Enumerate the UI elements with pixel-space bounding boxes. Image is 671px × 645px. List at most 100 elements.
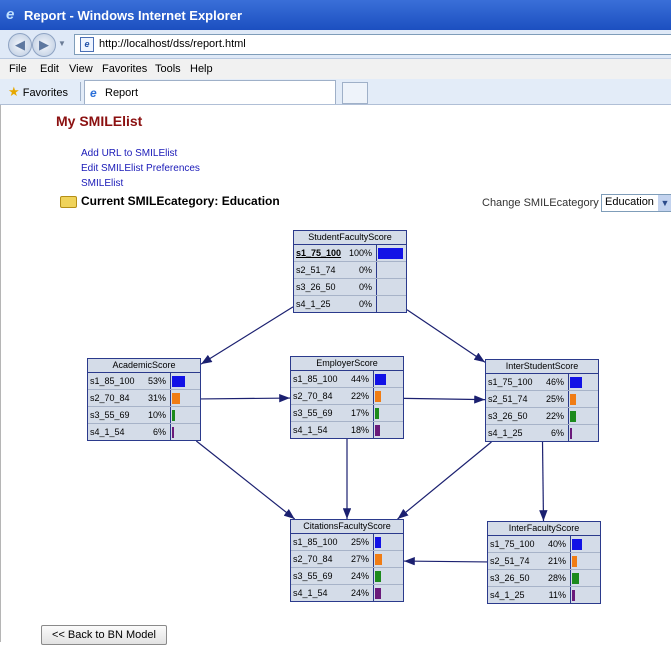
row-divider: [373, 568, 374, 584]
probability-bar: [172, 410, 175, 421]
menu-tools[interactable]: Tools: [155, 63, 181, 75]
node-title: InterFacultyScore: [488, 522, 600, 536]
row-divider: [570, 553, 571, 569]
state-label: s3_26_50: [488, 411, 528, 421]
star-icon: ★: [8, 84, 20, 99]
state-label: s4_1_25: [490, 590, 525, 600]
probability-bar: [172, 393, 180, 404]
url-text[interactable]: http://localhost/dss/report.html: [99, 38, 246, 50]
row-divider: [373, 388, 374, 404]
state-row[interactable]: s1_75_100 100%: [294, 245, 406, 262]
edge-student-to-academic: [200, 306, 294, 365]
state-row[interactable]: s2_70_84 22%: [291, 388, 403, 405]
row-divider: [570, 570, 571, 586]
new-tab-button[interactable]: [342, 82, 368, 104]
state-percent: 27%: [350, 554, 369, 564]
state-label: s4_1_25: [488, 428, 523, 438]
state-row[interactable]: s2_70_84 31%: [88, 390, 200, 407]
row-divider: [376, 279, 377, 295]
state-row[interactable]: s4_1_54 24%: [291, 585, 403, 601]
state-percent: 25%: [545, 394, 564, 404]
state-row[interactable]: s2_70_84 27%: [291, 551, 403, 568]
menu-help[interactable]: Help: [190, 63, 213, 75]
probability-bar: [570, 428, 572, 439]
node-title: AcademicScore: [88, 359, 200, 373]
state-row[interactable]: s1_75_100 40%: [488, 536, 600, 553]
state-label: s1_85_100: [293, 374, 338, 384]
state-row[interactable]: s4_1_25 6%: [486, 425, 598, 441]
state-percent: 44%: [350, 374, 369, 384]
state-percent: 53%: [147, 376, 166, 386]
state-row[interactable]: s4_1_54 18%: [291, 422, 403, 438]
favorites-button[interactable]: ★ Favorites: [8, 84, 68, 100]
state-row[interactable]: s1_75_100 46%: [486, 374, 598, 391]
state-row[interactable]: s4_1_25 11%: [488, 587, 600, 603]
state-label: s2_70_84: [293, 554, 333, 564]
window-title-bar: e Report - Windows Internet Explorer: [0, 0, 671, 30]
row-divider: [373, 551, 374, 567]
node-title: StudentFacultyScore: [294, 231, 406, 245]
state-row[interactable]: s3_55_69 10%: [88, 407, 200, 424]
probability-bar: [172, 376, 185, 387]
state-label: s3_26_50: [296, 282, 336, 292]
probability-bar: [570, 394, 576, 405]
probability-bar: [375, 374, 386, 385]
tab-title: Report: [105, 87, 139, 99]
address-bar[interactable]: e http://localhost/dss/report.html: [74, 34, 671, 55]
state-row[interactable]: s1_85_100 25%: [291, 534, 403, 551]
node-academicscore[interactable]: AcademicScore s1_85_100 53% s2_70_84 31% s3_5…: [87, 358, 201, 441]
state-row[interactable]: s4_1_25 0%: [294, 296, 406, 312]
probability-bar: [375, 588, 381, 599]
node-citationsfacultyscore[interactable]: CitationsFacultyScore s1_85_100 25% s2_70_8…: [290, 519, 404, 602]
history-dropdown-icon[interactable]: ▼: [58, 39, 66, 48]
state-label: s1_75_100: [490, 539, 535, 549]
row-divider: [373, 585, 374, 601]
back-arrow-icon[interactable]: ◀: [8, 33, 32, 57]
node-studentfacultyscore[interactable]: StudentFacultyScore s1_75_100 100% s2_51_74…: [293, 230, 407, 313]
row-divider: [570, 536, 571, 552]
state-percent: 0%: [358, 299, 372, 309]
state-row[interactable]: s3_55_69 24%: [291, 568, 403, 585]
probability-bar: [378, 248, 403, 259]
state-row[interactable]: s3_55_69 17%: [291, 405, 403, 422]
state-percent: 46%: [545, 377, 564, 387]
node-employerscore[interactable]: EmployerScore s1_85_100 44% s2_70_84 22% s3_5…: [290, 356, 404, 439]
state-row[interactable]: s2_51_74 21%: [488, 553, 600, 570]
state-percent: 21%: [547, 556, 566, 566]
ie-logo-icon: e: [6, 6, 15, 23]
row-divider: [373, 405, 374, 421]
state-label: s1_85_100: [90, 376, 135, 386]
row-divider: [170, 390, 171, 406]
state-percent: 22%: [350, 391, 369, 401]
state-percent: 17%: [350, 408, 369, 418]
state-row[interactable]: s1_85_100 44%: [291, 371, 403, 388]
state-label: s3_55_69: [293, 571, 333, 581]
menu-file[interactable]: File: [9, 63, 27, 75]
row-divider: [568, 425, 569, 441]
menu-edit[interactable]: Edit: [40, 63, 59, 75]
row-divider: [376, 296, 377, 312]
node-interfacultyscore[interactable]: InterFacultyScore s1_75_100 40% s2_51_74 21%…: [487, 521, 601, 604]
state-row[interactable]: s3_26_50 22%: [486, 408, 598, 425]
toolbar-divider: [80, 82, 81, 101]
state-percent: 24%: [350, 588, 369, 598]
state-row[interactable]: s3_26_50 0%: [294, 279, 406, 296]
state-row[interactable]: s1_85_100 53%: [88, 373, 200, 390]
menu-favorites[interactable]: Favorites: [102, 63, 147, 75]
row-divider: [376, 245, 377, 261]
state-row[interactable]: s4_1_54 6%: [88, 424, 200, 440]
tab-report[interactable]: e Report: [84, 80, 336, 104]
forward-arrow-icon[interactable]: ▶: [32, 33, 56, 57]
state-row[interactable]: s2_51_74 0%: [294, 262, 406, 279]
probability-bar: [375, 408, 379, 419]
state-label: s2_70_84: [293, 391, 333, 401]
state-percent: 40%: [547, 539, 566, 549]
state-row[interactable]: s3_26_50 28%: [488, 570, 600, 587]
state-row[interactable]: s2_51_74 25%: [486, 391, 598, 408]
node-interstudentscore[interactable]: InterStudentScore s1_75_100 46% s2_51_74 25%…: [485, 359, 599, 442]
favorites-bar: ★ Favorites e Report: [0, 79, 671, 105]
edge-interstudent-to-interfaculty: [539, 441, 548, 522]
page-icon: e: [80, 37, 94, 52]
menu-view[interactable]: View: [69, 63, 93, 75]
node-title: EmployerScore: [291, 357, 403, 371]
